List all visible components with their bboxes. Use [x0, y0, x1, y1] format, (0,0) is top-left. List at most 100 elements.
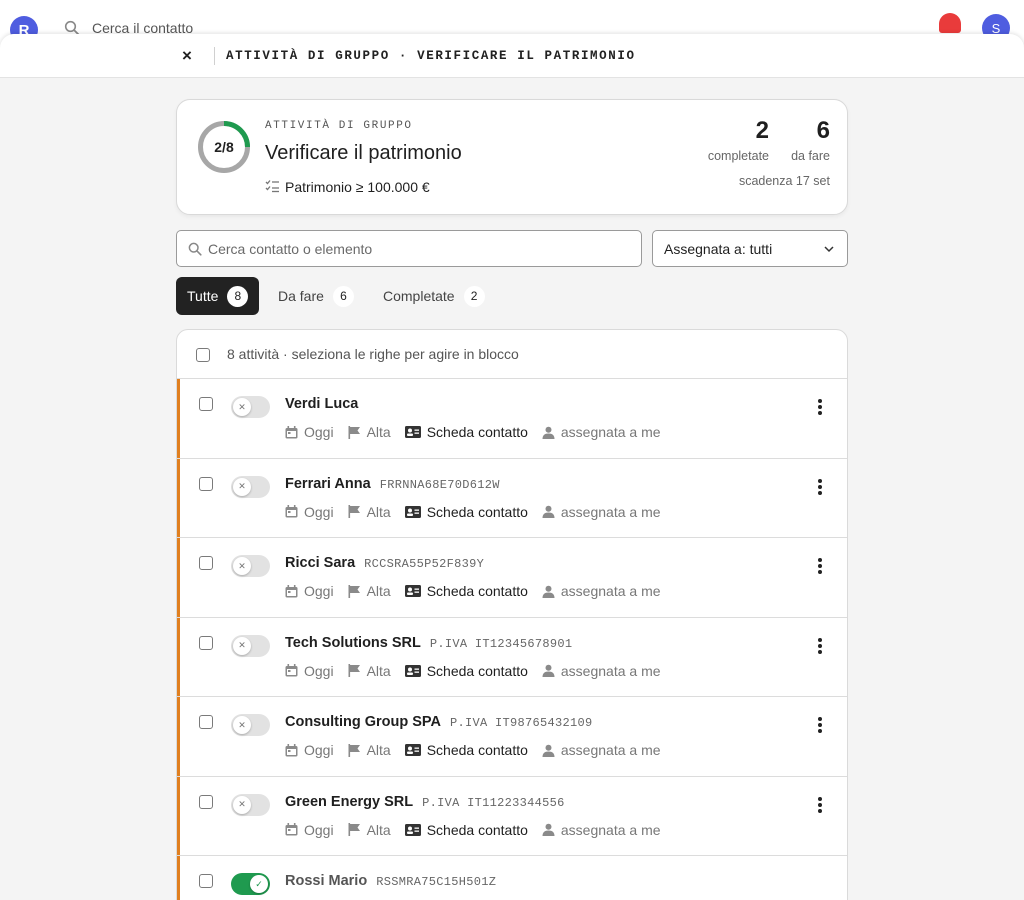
completion-toggle[interactable]: ✕: [231, 714, 270, 736]
group-activity-panel: × ATTIVITÀ DI GRUPPO · VERIFICARE IL PAT…: [0, 34, 1024, 900]
completion-toggle[interactable]: ✓: [231, 873, 270, 895]
row-meta: Oggi Alta Scheda contatto assegnata a me: [285, 663, 675, 679]
row-menu-icon[interactable]: [817, 399, 823, 415]
contact-card-link[interactable]: Scheda contatto: [404, 822, 528, 838]
table-row: ✓ Rossi Mario RSSMRA75C15H501Z: [177, 856, 847, 900]
person-icon: [542, 505, 555, 518]
due-date-text: Oggi: [304, 742, 334, 758]
row-checkbox[interactable]: [199, 397, 213, 411]
assignee: assegnata a me: [542, 742, 661, 758]
completion-toggle[interactable]: ✕: [231, 396, 270, 418]
priority-accent-bar: [177, 697, 180, 776]
summary-eyebrow: ATTIVITÀ DI GRUPPO: [265, 120, 413, 132]
row-checkbox[interactable]: [199, 715, 213, 729]
calendar-icon: [285, 584, 298, 597]
contact-card-link[interactable]: Scheda contatto: [404, 504, 528, 520]
contact-name[interactable]: Green Energy SRL P.IVA IT11223344556: [285, 794, 565, 810]
row-checkbox[interactable]: [199, 476, 213, 491]
due-date-text: Oggi: [304, 821, 334, 838]
due-date: Oggi: [285, 583, 334, 599]
contact-card-link-text: Scheda contatto: [426, 583, 528, 599]
checklist-icon: [265, 180, 279, 193]
completion-toggle[interactable]: ✕: [231, 555, 270, 577]
due-date: Oggi: [285, 504, 334, 520]
check-icon: ✓: [250, 875, 268, 893]
assignee-text: assegnata a me: [560, 424, 661, 440]
completion-toggle[interactable]: ✕: [231, 475, 270, 498]
assignee-text: assegnata a me: [560, 662, 661, 679]
priority: Alta: [348, 822, 391, 838]
row-menu-icon[interactable]: [817, 796, 823, 813]
contact-name[interactable]: Consulting Group SPA P.IVA IT98765432109: [285, 714, 593, 730]
calendar-icon: [285, 823, 298, 836]
contact-name[interactable]: Rossi Mario RSSMRA75C15H501Z: [285, 873, 496, 889]
priority: Alta: [348, 742, 391, 758]
row-menu-icon[interactable]: [817, 478, 823, 495]
priority-text: Alta: [366, 583, 391, 599]
close-icon: ✕: [233, 477, 251, 496]
due-date-text: Oggi: [304, 424, 334, 440]
row-menu-icon[interactable]: [817, 717, 823, 733]
due-date: Oggi: [285, 663, 334, 679]
contact-card-link[interactable]: Scheda contatto: [404, 663, 528, 679]
contact-code: P.IVA IT98765432109: [450, 716, 593, 730]
contact-search-input[interactable]: [208, 231, 628, 266]
completion-toggle[interactable]: ✕: [231, 793, 270, 816]
row-meta: Oggi Alta Scheda contatto assegnata a me: [285, 583, 675, 599]
contact-name[interactable]: Tech Solutions SRL P.IVA IT12345678901: [285, 635, 572, 651]
assignee: assegnata a me: [542, 504, 661, 520]
contact-name-text: Verdi Luca: [285, 396, 359, 412]
tab-completed[interactable]: Completate 2: [372, 277, 496, 315]
contact-name-text: Ricci Sara: [285, 555, 356, 571]
calendar-icon: [285, 743, 298, 756]
completed-label: completate: [707, 149, 769, 163]
contact-code: RCCSRA55P52F839Y: [364, 557, 485, 571]
contact-card-link[interactable]: Scheda contatto: [404, 424, 528, 440]
contact-name[interactable]: Verdi Luca: [285, 396, 367, 412]
person-icon: [542, 426, 555, 439]
row-checkbox[interactable]: [199, 874, 213, 888]
notification-bell-icon[interactable]: [937, 13, 963, 35]
tab-all-label: Tutte: [187, 288, 219, 304]
select-all-checkbox[interactable]: [196, 348, 210, 362]
assignee: assegnata a me: [542, 663, 661, 679]
due-date: Oggi: [285, 822, 334, 838]
completion-toggle[interactable]: ✕: [231, 634, 270, 657]
tab-todo[interactable]: Da fare 6: [267, 277, 365, 315]
contact-name[interactable]: Ricci Sara RCCSRA55P52F839Y: [285, 555, 484, 571]
row-checkbox[interactable]: [199, 635, 213, 650]
contact-card-link[interactable]: Scheda contatto: [404, 742, 528, 758]
list-summary-text: 8 attività · seleziona le righe per agir…: [227, 346, 519, 362]
flag-icon: [348, 743, 360, 757]
due-date: Oggi: [285, 424, 334, 440]
priority-accent-bar: [177, 776, 180, 855]
due-date: Oggi: [285, 742, 334, 758]
tab-all[interactable]: Tutte 8: [176, 277, 260, 315]
priority-accent-bar: [177, 458, 180, 537]
flag-icon: [348, 584, 360, 598]
priority-text: Alta: [366, 424, 391, 440]
todo-stat: 6 da fare: [791, 116, 830, 163]
contact-card-link-text: Scheda contatto: [426, 424, 528, 440]
contact-name-text: Tech Solutions SRL: [285, 634, 421, 651]
tab-all-count: 8: [227, 285, 249, 307]
contact-search-box[interactable]: [176, 230, 642, 267]
list-header: 8 attività · seleziona le righe per agir…: [177, 330, 847, 379]
priority-text: Alta: [366, 742, 391, 758]
assignee-filter-select[interactable]: Assegnata a: tutti: [652, 230, 848, 267]
close-icon: ✕: [233, 557, 251, 575]
row-checkbox[interactable]: [199, 556, 213, 570]
contact-name-text: Consulting Group SPA: [285, 714, 441, 730]
chevron-down-icon: [824, 246, 834, 253]
contact-name[interactable]: Ferrari Anna FRRNNA68E70D612W: [285, 476, 500, 492]
row-menu-icon[interactable]: [817, 637, 823, 654]
close-button[interactable]: ×: [182, 47, 198, 64]
assignee-filter-label: Assegnata a: tutti: [664, 241, 773, 257]
progress-text: 2/8: [214, 139, 234, 155]
tab-completed-label: Completate: [383, 288, 455, 304]
contact-card-link[interactable]: Scheda contatto: [404, 583, 528, 599]
close-icon: ✕: [233, 716, 251, 734]
completed-count: 2: [755, 117, 769, 144]
row-menu-icon[interactable]: [817, 558, 823, 574]
row-checkbox[interactable]: [199, 794, 213, 809]
